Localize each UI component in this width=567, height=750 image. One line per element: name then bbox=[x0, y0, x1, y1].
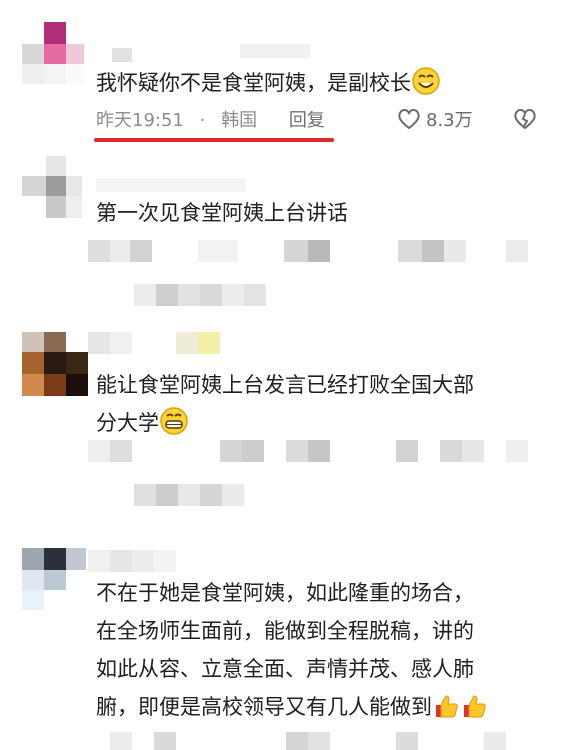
separator: · bbox=[199, 110, 206, 131]
thumbs-up-icon bbox=[432, 692, 460, 732]
location: 韩国 bbox=[221, 110, 258, 131]
username-blur[interactable] bbox=[112, 48, 132, 62]
comment-2: 第一次见食堂阿姨上台讲话 bbox=[0, 150, 567, 320]
timestamp: 昨天19:51 bbox=[96, 110, 184, 131]
highlight-underline bbox=[94, 138, 334, 142]
comment-meta: 昨天19:51 · 韩国 回复 bbox=[96, 106, 325, 132]
avatar[interactable] bbox=[22, 22, 84, 84]
comment-text-line-2: 在全场师生面前，能做到全程脱稿，讲的 bbox=[96, 619, 474, 643]
blurred-meta bbox=[88, 440, 538, 462]
comment-4: 不在于她是食堂阿姨，如此隆重的场合， 在全场师生面前，能做到全程脱稿，讲的 如此… bbox=[0, 530, 567, 750]
heart-icon bbox=[396, 106, 422, 136]
avatar[interactable] bbox=[22, 548, 86, 610]
blurred-meta bbox=[110, 732, 540, 750]
broken-heart-icon[interactable] bbox=[512, 106, 538, 136]
comment-text: 第一次见食堂阿姨上台讲话 bbox=[96, 201, 348, 225]
comment-3: 能让食堂阿姨上台发言已经打败全国大部 分大学 bbox=[0, 320, 567, 520]
comment-text-line-4: 腑，即便是高校领导又有几人能做到 bbox=[96, 688, 488, 732]
comment-text-line-1: 能让食堂阿姨上台发言已经打败全国大部 bbox=[96, 373, 474, 397]
thumbs-up-icon bbox=[460, 692, 488, 732]
username-blur[interactable] bbox=[88, 332, 228, 354]
blurred-meta bbox=[88, 240, 538, 262]
username-blur[interactable] bbox=[240, 44, 310, 58]
avatar[interactable] bbox=[22, 156, 82, 218]
comment-text-line-1: 不在于她是食堂阿姨，如此隆重的场合， bbox=[96, 581, 474, 605]
username-blur[interactable] bbox=[88, 550, 248, 572]
username-blur[interactable] bbox=[96, 178, 246, 192]
blurred-reply-link[interactable] bbox=[134, 484, 274, 506]
comment-text-line-3: 如此从容、立意全面、声情并茂、感人肺 bbox=[96, 657, 474, 681]
reply-button[interactable]: 回复 bbox=[289, 106, 325, 132]
comment-1: 我怀疑你不是食堂阿姨，是副校长 昨天19:51 · 韩国 回复 8.3万 bbox=[0, 0, 567, 150]
like-count: 8.3万 bbox=[426, 110, 473, 131]
blurred-reply-link[interactable] bbox=[134, 284, 274, 306]
comment-text: 我怀疑你不是食堂阿姨，是副校长 bbox=[96, 64, 441, 108]
smile-emoji-icon bbox=[411, 66, 441, 108]
avatar[interactable] bbox=[22, 332, 90, 396]
